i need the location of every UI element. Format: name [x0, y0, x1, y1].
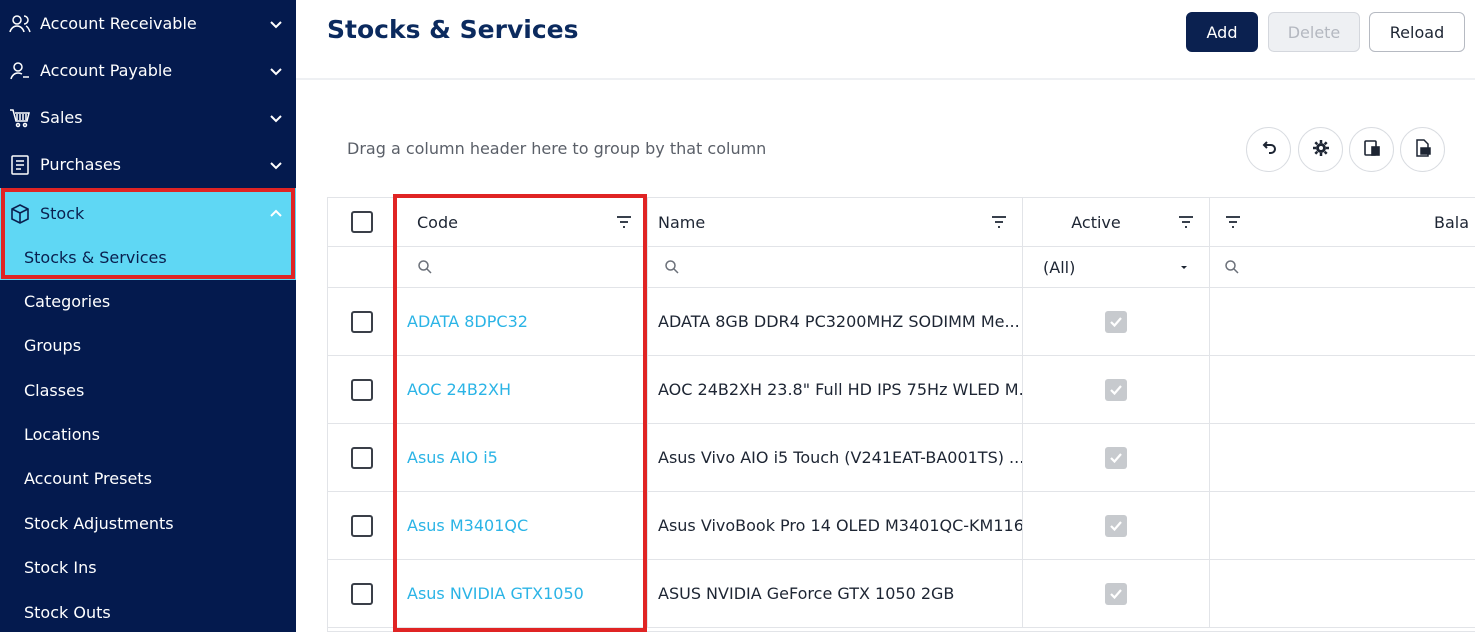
users-icon	[8, 12, 32, 36]
sidebar-item-label: Account Payable	[40, 61, 173, 80]
balance-cell	[1210, 356, 1475, 423]
sidebar-item-sales[interactable]: Sales	[0, 94, 296, 141]
page-title: Stocks & Services	[327, 15, 579, 44]
gear-icon	[1312, 139, 1330, 161]
reload-button[interactable]: Reload	[1369, 12, 1465, 52]
filter-lines-icon[interactable]	[990, 213, 1008, 231]
undo-icon	[1260, 139, 1278, 161]
row-checkbox[interactable]	[351, 514, 373, 537]
row-checkbox[interactable]	[351, 446, 373, 469]
select-all-checkbox[interactable]	[351, 211, 373, 233]
highlight-box-code-column	[393, 194, 647, 632]
page-header: Stocks & Services Add Delete Reload	[296, 0, 1475, 80]
sidebar-subitem-stock-adjustments[interactable]: Stock Adjustments	[0, 501, 296, 545]
sidebar-subitem-locations[interactable]: Locations	[0, 412, 296, 456]
sidebar-item-label: Account Receivable	[40, 14, 197, 33]
filter-lines-icon[interactable]	[1177, 213, 1195, 231]
column-header-label: Name	[658, 212, 706, 232]
column-header-label: Active	[1071, 212, 1121, 232]
filter-active-select[interactable]: (All)	[1023, 247, 1210, 287]
filter-lines-icon[interactable]	[1224, 213, 1242, 231]
filter-active-value: (All)	[1043, 257, 1076, 277]
receipt-icon	[8, 153, 32, 177]
sidebar-subitem-label: Stock Ins	[24, 557, 97, 577]
row-select-cell	[328, 560, 397, 627]
filter-balance-input[interactable]	[1210, 247, 1475, 287]
highlight-box-stock	[1, 188, 295, 279]
active-checkbox	[1105, 378, 1127, 401]
column-chooser-icon	[1363, 139, 1381, 161]
sidebar: Account Receivable Account Payable Sales	[0, 0, 296, 632]
filter-select-cell	[328, 247, 397, 287]
chevron-down-icon	[266, 61, 286, 81]
chevron-down-icon	[266, 155, 286, 175]
column-chooser-button[interactable]	[1349, 127, 1394, 172]
sidebar-subitem-label: Locations	[24, 424, 101, 444]
row-checkbox[interactable]	[351, 310, 373, 333]
row-select-cell	[328, 288, 397, 355]
export-excel-icon	[1414, 138, 1432, 161]
dropdown-caret-icon	[1181, 266, 1187, 269]
sidebar-item-label: Sales	[40, 108, 83, 127]
sidebar-subitem-groups[interactable]: Groups	[0, 323, 296, 367]
search-icon	[1225, 260, 1239, 274]
sidebar-subitem-account-presets[interactable]: Account Presets	[0, 456, 296, 500]
name-cell: Asus Vivo AIO i5 Touch (V241EAT-BA001TS)…	[658, 448, 1023, 467]
balance-cell	[1210, 560, 1475, 627]
sidebar-subitem-classes[interactable]: Classes	[0, 368, 296, 412]
active-checkbox	[1105, 310, 1127, 333]
filter-name-input[interactable]	[648, 247, 1023, 287]
sidebar-subitem-label: Stock Outs	[24, 602, 111, 622]
active-checkbox	[1105, 514, 1127, 537]
name-cell: ADATA 8GB DDR4 PC3200MHZ SODIMM Me...	[658, 312, 1020, 331]
column-header-label: Bala	[1434, 212, 1470, 232]
sidebar-subitem-stock-ins[interactable]: Stock Ins	[0, 545, 296, 589]
header-select-cell	[328, 198, 397, 246]
sidebar-subitem-label: Classes	[24, 380, 85, 400]
settings-button[interactable]	[1298, 127, 1343, 172]
sidebar-item-account-payable[interactable]: Account Payable	[0, 47, 296, 94]
name-cell: ASUS NVIDIA GeForce GTX 1050 2GB	[658, 584, 955, 603]
active-checkbox	[1105, 446, 1127, 469]
balance-cell	[1210, 288, 1475, 355]
row-select-cell	[328, 356, 397, 423]
column-header-active[interactable]: Active	[1023, 198, 1210, 246]
sidebar-subitem-categories[interactable]: Categories	[0, 279, 296, 323]
group-panel-hint: Drag a column header here to group by th…	[347, 139, 767, 158]
name-cell: AOC 24B2XH 23.8" Full HD IPS 75Hz WLED M…	[658, 380, 1023, 399]
row-select-cell	[328, 424, 397, 491]
sidebar-subitem-label: Groups	[24, 335, 82, 355]
cart-icon	[8, 106, 32, 130]
column-header-balance[interactable]: Bala	[1210, 198, 1475, 246]
sidebar-item-label: Purchases	[40, 155, 121, 174]
chevron-down-icon	[266, 108, 286, 128]
add-button[interactable]: Add	[1186, 12, 1258, 52]
row-checkbox[interactable]	[351, 582, 373, 605]
sidebar-item-purchases[interactable]: Purchases	[0, 141, 296, 188]
sidebar-item-account-receivable[interactable]: Account Receivable	[0, 0, 296, 47]
column-header-name[interactable]: Name	[648, 198, 1023, 246]
sidebar-subitem-stock-outs[interactable]: Stock Outs	[0, 590, 296, 632]
undo-button[interactable]	[1246, 127, 1291, 172]
row-checkbox[interactable]	[351, 378, 373, 401]
name-cell: Asus VivoBook Pro 14 OLED M3401QC-KM116.…	[658, 516, 1023, 535]
chevron-down-icon	[266, 14, 286, 34]
search-icon	[665, 260, 679, 274]
sidebar-subitem-label: Stock Adjustments	[24, 513, 174, 533]
balance-cell	[1210, 424, 1475, 491]
sidebar-subitem-label: Account Presets	[24, 468, 152, 488]
user-minus-icon	[8, 59, 32, 83]
export-button[interactable]	[1400, 127, 1445, 172]
row-select-cell	[328, 492, 397, 559]
sidebar-subitem-label: Categories	[24, 291, 111, 311]
balance-cell	[1210, 492, 1475, 559]
active-checkbox	[1105, 582, 1127, 605]
app-window: Account Receivable Account Payable Sales	[0, 0, 1475, 632]
delete-button[interactable]: Delete	[1268, 12, 1360, 52]
